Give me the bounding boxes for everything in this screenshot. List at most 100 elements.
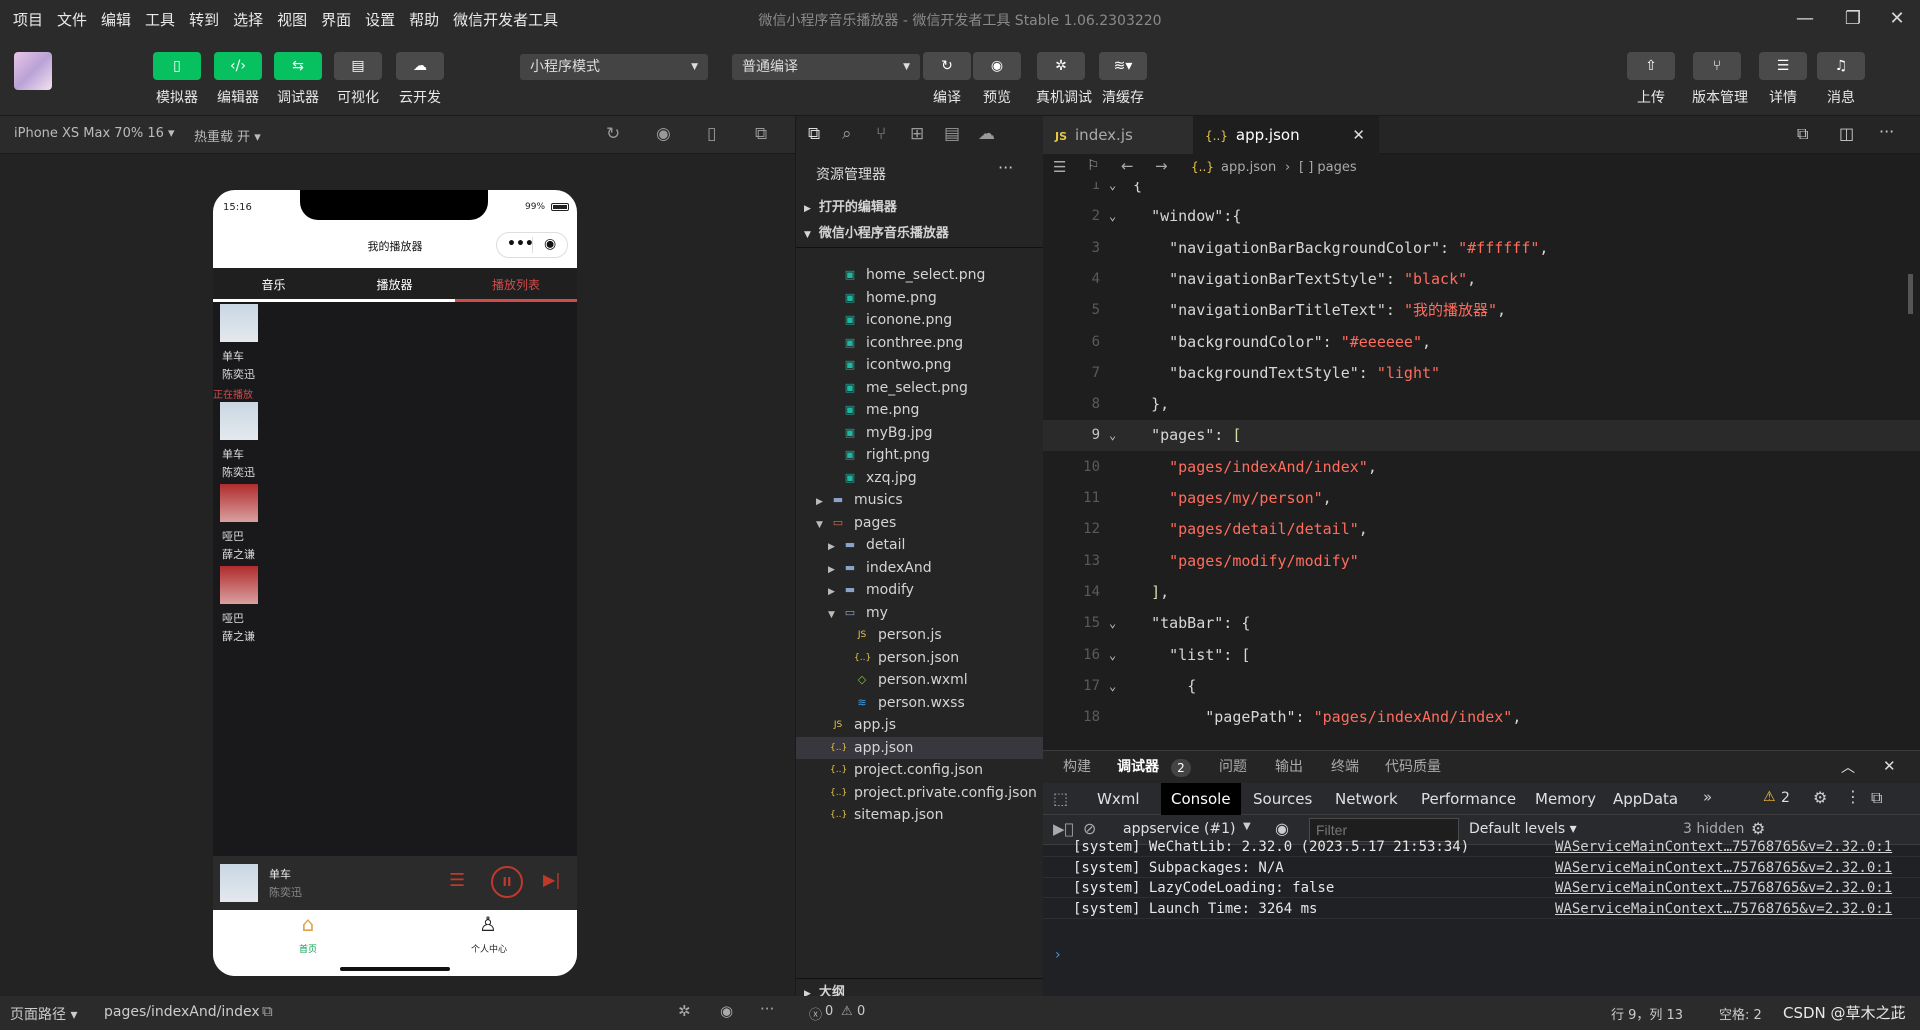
- code-line[interactable]: 5 "navigationBarTitleText": "我的播放器",: [1043, 295, 1920, 326]
- fold-chevron-icon[interactable]: ⌄: [1109, 608, 1116, 639]
- log-levels-select[interactable]: Default levels ▾: [1469, 821, 1577, 837]
- warning-icon[interactable]: ⚠: [1763, 789, 1776, 805]
- code-line[interactable]: 10 "pages/indexAnd/index",: [1043, 452, 1920, 483]
- tree-file[interactable]: ▣ home_select.png: [796, 264, 1044, 286]
- menu-tools[interactable]: 工具: [138, 9, 182, 30]
- tab-wxml[interactable]: Wxml: [1087, 783, 1150, 815]
- simulator-button[interactable]: ▯ 模拟器: [152, 52, 202, 107]
- tab-console[interactable]: Console: [1161, 783, 1241, 815]
- hot-reload-toggle[interactable]: 热重载 开 ▾: [194, 126, 261, 145]
- fold-chevron-icon[interactable]: ⌄: [1109, 182, 1116, 201]
- fold-chevron-icon[interactable]: ⌄: [1109, 420, 1116, 451]
- gear-icon[interactable]: ⚙: [1813, 788, 1827, 807]
- debugger-button[interactable]: ⇆ 调试器: [273, 52, 323, 107]
- fold-chevron-icon[interactable]: ⌄: [1109, 640, 1116, 671]
- gear-icon[interactable]: ⚙: [1751, 819, 1765, 838]
- tree-file[interactable]: ▣ iconone.png: [796, 309, 1044, 331]
- code-line[interactable]: 8 },: [1043, 389, 1920, 420]
- warning-icon[interactable]: ⚠: [841, 1004, 853, 1019]
- menu-file[interactable]: 文件: [50, 9, 94, 30]
- home-icon[interactable]: ⌂: [293, 912, 323, 936]
- copy-icon[interactable]: ⧉: [262, 1002, 273, 1020]
- tree-folder[interactable]: ▶ ▬ indexAnd: [796, 557, 1044, 579]
- close-panel-icon[interactable]: ✕: [1883, 757, 1896, 775]
- tree-folder[interactable]: ▶ ▬ detail: [796, 534, 1044, 556]
- code-line[interactable]: 9 ⌄ "pages": [: [1043, 420, 1920, 452]
- open-editors-section[interactable]: ▶ 打开的编辑器: [796, 194, 1044, 222]
- kebab-icon[interactable]: ⋮: [1845, 787, 1861, 806]
- code-line[interactable]: 13 "pages/modify/modify": [1043, 546, 1920, 577]
- tab-index-js[interactable]: JS index.js: [1043, 116, 1193, 154]
- compile-button[interactable]: ↻ 编译: [922, 52, 972, 107]
- close-window-button[interactable]: ✕: [1882, 6, 1912, 32]
- version-button[interactable]: ⑂ 版本管理: [1692, 52, 1748, 107]
- scrollbar-thumb[interactable]: [1908, 274, 1913, 314]
- tab-sources[interactable]: Sources: [1243, 783, 1322, 815]
- tree-file[interactable]: ▣ me_select.png: [796, 377, 1044, 399]
- album-cover[interactable]: [220, 304, 258, 342]
- code-line[interactable]: 17 ⌄ {: [1043, 671, 1920, 702]
- menu-goto[interactable]: 转到: [182, 9, 226, 30]
- menu-settings[interactable]: 设置: [358, 9, 402, 30]
- preview-button[interactable]: ◉ 预览: [972, 52, 1022, 107]
- menu-help[interactable]: 帮助: [402, 9, 446, 30]
- tree-file[interactable]: ▣ xzq.jpg: [796, 467, 1044, 489]
- menu-select[interactable]: 选择: [226, 9, 270, 30]
- code-line[interactable]: 11 "pages/my/person",: [1043, 483, 1920, 514]
- tab-build[interactable]: 构建: [1053, 751, 1101, 783]
- editor-button[interactable]: ‹/› 编辑器: [213, 52, 263, 107]
- tab-memory[interactable]: Memory: [1525, 783, 1606, 815]
- tab-problems[interactable]: 问题: [1209, 751, 1257, 783]
- rotate-icon[interactable]: ↻: [606, 124, 620, 144]
- tab-performance[interactable]: Performance: [1411, 783, 1526, 815]
- compile-mode-select[interactable]: 普通编译 ▼: [732, 54, 920, 80]
- code-line[interactable]: 16 ⌄ "list": [: [1043, 640, 1920, 671]
- tab-playlist[interactable]: 播放列表: [455, 268, 577, 302]
- tree-file[interactable]: ▣ iconthree.png: [796, 332, 1044, 354]
- forward-arrow-icon[interactable]: →: [1155, 157, 1168, 175]
- minimize-button[interactable]: —: [1790, 6, 1820, 32]
- source-control-icon[interactable]: ⑂: [876, 124, 886, 144]
- tree-file[interactable]: ◇ person.wxml: [796, 669, 1044, 691]
- tab-network[interactable]: Network: [1325, 783, 1408, 815]
- more-icon[interactable]: ···: [760, 1000, 774, 1018]
- pause-button[interactable]: II: [491, 866, 523, 898]
- chevron-up-icon[interactable]: ︿: [1841, 757, 1855, 777]
- remote-debug-button[interactable]: ✲ 真机调试: [1036, 52, 1092, 107]
- tab-player[interactable]: 播放器: [334, 268, 455, 302]
- more-icon[interactable]: •••: [507, 236, 534, 252]
- sidebar-toggle-icon[interactable]: ▶⃞: [1053, 820, 1074, 838]
- bug-icon[interactable]: ✲: [678, 1002, 691, 1020]
- back-arrow-icon[interactable]: ←: [1121, 157, 1134, 175]
- tree-file[interactable]: ▣ icontwo.png: [796, 354, 1044, 376]
- tree-file[interactable]: {..} person.json: [796, 647, 1044, 669]
- tree-file[interactable]: {..} sitemap.json: [796, 804, 1044, 826]
- error-icon[interactable]: ⓧ: [809, 1004, 822, 1023]
- code-line[interactable]: 15 ⌄ "tabBar": {: [1043, 608, 1920, 639]
- avatar[interactable]: [14, 52, 52, 90]
- player-cover[interactable]: [220, 864, 258, 902]
- cloud-icon[interactable]: ☁: [978, 124, 995, 144]
- upload-button[interactable]: ⇧ 上传: [1626, 52, 1676, 107]
- extensions-icon[interactable]: ⊞: [910, 124, 924, 144]
- tree-file[interactable]: JS app.js: [796, 714, 1044, 736]
- stop-icon[interactable]: ◉: [656, 124, 671, 144]
- storage-icon[interactable]: ▤: [944, 124, 960, 144]
- clear-console-icon[interactable]: ⊘: [1083, 819, 1096, 838]
- undock-icon[interactable]: ⧉: [1871, 788, 1882, 808]
- tree-file[interactable]: ▣ me.png: [796, 399, 1044, 421]
- code-line[interactable]: 18 "pagePath": "pages/indexAnd/index",: [1043, 702, 1920, 733]
- tree-file[interactable]: {..} app.json: [796, 736, 1044, 759]
- console-prompt-icon[interactable]: ›: [1055, 947, 1061, 963]
- log-source-link[interactable]: WAServiceMainContext…75768765&v=2.32.0:1: [1555, 878, 1892, 898]
- tree-file[interactable]: JS person.js: [796, 624, 1044, 646]
- tree-file[interactable]: ≋ person.wxss: [796, 692, 1044, 714]
- tree-file[interactable]: {..} project.config.json: [796, 759, 1044, 781]
- next-track-icon[interactable]: ▶|: [543, 870, 561, 889]
- menu-project[interactable]: 项目: [6, 9, 50, 30]
- breadcrumb-node[interactable]: [ ] pages: [1299, 160, 1357, 175]
- log-source-link[interactable]: WAServiceMainContext…75768765&v=2.32.0:1: [1555, 837, 1892, 857]
- code-line[interactable]: 7 "backgroundTextStyle": "light": [1043, 358, 1920, 389]
- more-actions-icon[interactable]: ···: [998, 158, 1013, 177]
- tree-file[interactable]: {..} project.private.config.json: [796, 782, 1044, 804]
